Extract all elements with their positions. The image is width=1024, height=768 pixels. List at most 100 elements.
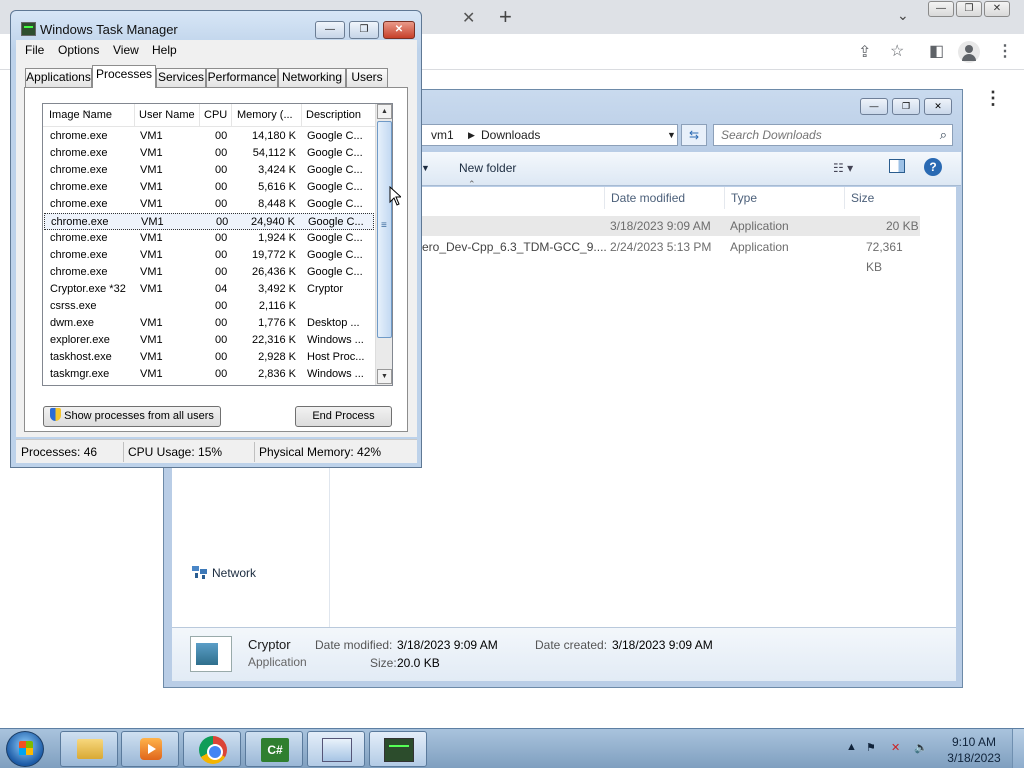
tab-services[interactable]: Services — [156, 68, 206, 87]
taskbar-control-panel[interactable] — [307, 731, 365, 767]
chevron-down-icon[interactable]: ▼ — [667, 130, 676, 140]
process-cpu: 00 — [215, 198, 228, 210]
process-row[interactable]: taskmgr.exe VM1 00 2,836 K Windows ... — [44, 366, 374, 383]
action-center-icon[interactable]: ⚑ — [866, 741, 876, 754]
clock[interactable]: 9:10 AM 3/18/2023 — [944, 734, 1004, 766]
search-box[interactable]: ⌕ — [713, 124, 953, 146]
show-hidden-icons-icon[interactable]: ▲ — [846, 741, 857, 753]
menu-icon[interactable]: ⋮ — [984, 88, 1002, 109]
star-icon[interactable]: ☆ — [890, 41, 904, 61]
column-image-name[interactable]: Image Name — [49, 109, 112, 121]
breadcrumb-vm1[interactable]: vm1 — [431, 128, 454, 142]
process-row[interactable]: chrome.exe VM1 00 8,448 K Google C... — [44, 196, 374, 213]
nav-item-network[interactable]: Network — [212, 566, 256, 580]
sidebar-icon[interactable]: ◧ — [929, 41, 944, 61]
network-status-icon[interactable]: ✕ — [891, 741, 900, 754]
menu-file[interactable]: File — [25, 43, 44, 57]
menu-help[interactable]: Help — [152, 43, 177, 57]
scroll-up-icon[interactable]: ▲ — [377, 104, 392, 119]
tab-users[interactable]: Users — [346, 68, 388, 87]
taskbar-media-player[interactable] — [121, 731, 179, 767]
process-user: VM1 — [141, 216, 164, 228]
tab-performance[interactable]: Performance — [206, 68, 278, 87]
end-process-button[interactable]: End Process — [295, 406, 392, 427]
close-button[interactable]: ✕ — [924, 98, 952, 115]
refresh-button[interactable]: ⇆ — [681, 124, 707, 146]
help-icon[interactable]: ? — [924, 158, 942, 176]
column-type[interactable]: Type — [724, 187, 844, 209]
process-row[interactable]: chrome.exe VM1 00 26,436 K Google C... — [44, 264, 374, 281]
start-button[interactable] — [6, 731, 44, 767]
scroll-down-icon[interactable]: ▼ — [377, 369, 392, 384]
minimize-button[interactable]: — — [860, 98, 888, 115]
column-cpu[interactable]: CPU — [204, 109, 227, 121]
breadcrumb-downloads[interactable]: Downloads — [481, 128, 540, 142]
process-row[interactable]: Cryptor.exe *32 VM1 04 3,492 K Cryptor — [44, 281, 374, 298]
tab-networking[interactable]: Networking — [278, 68, 346, 87]
process-row[interactable]: chrome.exe VM1 00 19,772 K Google C... — [44, 247, 374, 264]
search-icon[interactable]: ⌕ — [940, 127, 947, 143]
taskbar-task-manager[interactable] — [369, 731, 427, 767]
process-mem: 1,776 K — [258, 317, 296, 329]
column-memory[interactable]: Memory (... — [237, 109, 293, 121]
show-all-processes-button[interactable]: Show processes from all users — [43, 406, 221, 427]
process-row[interactable]: chrome.exe VM1 00 3,424 K Google C... — [44, 162, 374, 179]
restore-button[interactable]: ❐ — [892, 98, 920, 115]
preview-pane-icon[interactable] — [889, 159, 905, 173]
new-tab-button[interactable]: + — [499, 4, 512, 30]
process-row[interactable]: csrss.exe 00 2,116 K — [44, 298, 374, 315]
share-icon[interactable]: ⇪ — [858, 42, 871, 62]
address-bar[interactable]: vm1 ▶ Downloads ▼ — [420, 124, 678, 146]
restore-button[interactable]: ❐ — [956, 1, 982, 17]
column-divider[interactable] — [199, 104, 200, 127]
process-row[interactable]: chrome.exe VM1 00 1,924 K Google C... — [44, 230, 374, 247]
file-list: Date modified Type Size ⌃ 3/18/2023 9:09… — [330, 179, 956, 627]
column-user-name[interactable]: User Name — [139, 109, 195, 121]
process-row[interactable]: taskhost.exe VM1 00 2,928 K Host Proc... — [44, 349, 374, 366]
vertical-scrollbar[interactable]: ▲ ▼ — [375, 104, 392, 385]
taskbar-csharp[interactable]: C# — [245, 731, 303, 767]
details-name: Cryptor — [248, 637, 291, 652]
chevron-down-icon[interactable]: ⌄ — [897, 7, 909, 24]
process-image: chrome.exe — [50, 181, 108, 193]
views-icon[interactable]: ☷ ▾ — [833, 161, 853, 175]
menu-view[interactable]: View — [113, 43, 139, 57]
status-divider — [123, 442, 124, 462]
column-date-modified[interactable]: Date modified — [604, 187, 724, 209]
process-user: VM1 — [140, 130, 163, 142]
new-folder-button[interactable]: New folder — [459, 161, 516, 175]
show-all-processes-label: Show processes from all users — [64, 410, 214, 422]
dropdown-arrow-icon[interactable]: ▼ — [421, 163, 430, 173]
profile-icon[interactable] — [958, 41, 980, 63]
close-button[interactable]: ✕ — [984, 1, 1010, 17]
taskbar-explorer[interactable] — [60, 731, 118, 767]
tab-applications[interactable]: Applications — [25, 68, 92, 87]
process-cpu: 00 — [215, 164, 228, 176]
volume-icon[interactable]: 🔈 — [914, 741, 928, 754]
column-divider[interactable] — [301, 104, 302, 127]
close-button[interactable]: ✕ — [383, 21, 415, 39]
show-desktop-button[interactable] — [1012, 729, 1024, 768]
tab-close-icon[interactable]: ✕ — [462, 8, 475, 28]
column-divider[interactable] — [134, 104, 135, 127]
minimize-button[interactable]: — — [928, 1, 954, 17]
menu-icon[interactable]: ⋮ — [997, 41, 1013, 61]
column-divider[interactable] — [231, 104, 232, 127]
minimize-button[interactable]: — — [315, 21, 345, 39]
process-row[interactable]: explorer.exe VM1 00 22,316 K Windows ... — [44, 332, 374, 349]
process-row[interactable]: chrome.exe VM1 00 24,940 K Google C... — [44, 213, 374, 230]
process-row[interactable]: chrome.exe VM1 00 14,180 K Google C... — [44, 128, 374, 145]
column-description[interactable]: Description — [306, 109, 361, 121]
restore-button[interactable]: ❐ — [349, 21, 379, 39]
menu-options[interactable]: Options — [58, 43, 99, 57]
taskbar-chrome[interactable] — [183, 731, 241, 767]
process-mem: 2,928 K — [258, 351, 296, 363]
process-row[interactable]: dwm.exe VM1 00 1,776 K Desktop ... — [44, 315, 374, 332]
search-input[interactable] — [721, 128, 926, 142]
tab-processes[interactable]: Processes — [92, 65, 156, 88]
column-size[interactable]: Size — [844, 187, 924, 209]
scroll-thumb[interactable] — [377, 121, 392, 338]
process-row[interactable]: chrome.exe VM1 00 54,112 K Google C... — [44, 145, 374, 162]
process-row[interactable]: chrome.exe VM1 00 5,616 K Google C... — [44, 179, 374, 196]
chevron-right-icon[interactable]: ▶ — [468, 130, 475, 141]
